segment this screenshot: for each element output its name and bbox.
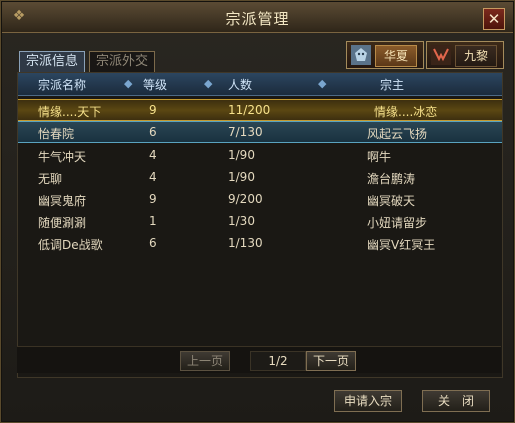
faction-label: 九黎: [455, 45, 497, 67]
cell-name: 情缘....天下: [38, 105, 102, 119]
cell-name: 幽冥鬼府: [38, 194, 87, 208]
table-row[interactable]: 情缘....天下 9 11/200 情缘....冰恋: [18, 99, 502, 121]
cell-level: 9: [149, 103, 157, 117]
cell-members: 11/200: [228, 103, 271, 117]
table-row[interactable]: 幽冥鬼府 9 9/200 幽冥破天: [18, 189, 502, 209]
column-divider-icon: ◆: [124, 77, 133, 90]
next-page-button[interactable]: 下一页: [306, 351, 356, 371]
cell-name: 牛气冲天: [38, 150, 87, 164]
close-x-button[interactable]: ✕: [483, 8, 505, 30]
col-level-header[interactable]: 等级: [143, 76, 167, 93]
table-row[interactable]: 牛气冲天 4 1/90 啊牛: [18, 145, 502, 165]
tab-sect-diplomacy[interactable]: 宗派外交: [89, 51, 156, 73]
faction-button-jiuli[interactable]: 九黎: [426, 41, 504, 69]
cell-members: 1/90: [228, 170, 255, 184]
cell-members: 7/130: [228, 125, 263, 139]
wolf-head-icon: [351, 45, 371, 65]
cell-leader: 情缘....冰恋: [374, 105, 438, 119]
table-row[interactable]: 低调De战歌 6 1/130 幽冥V红冥王: [18, 233, 502, 253]
cell-leader: 啊牛: [367, 150, 392, 164]
table-row[interactable]: 怡春院 6 7/130 风起云飞扬: [18, 121, 502, 143]
apply-join-button[interactable]: 申请入宗: [334, 390, 402, 412]
column-divider-icon: ◆: [318, 77, 327, 90]
cell-leader: 风起云飞扬: [367, 127, 428, 141]
column-divider-icon: ◆: [204, 77, 213, 90]
title-bar: ❖ 宗派管理 ✕: [2, 2, 513, 33]
close-button[interactable]: 关 闭: [422, 390, 490, 412]
cell-level: 4: [149, 170, 157, 184]
cell-leader: 澹台鹏涛: [367, 172, 416, 186]
cell-level: 6: [149, 236, 157, 250]
cell-members: 1/90: [228, 148, 255, 162]
cell-level: 4: [149, 148, 157, 162]
sect-table: 宗派名称 ◆ 等级 ◆ 人数 ◆ 宗主 情缘....天下 9 11/200 情缘…: [17, 72, 503, 378]
faction-label: 华夏: [375, 45, 417, 67]
cell-leader: 幽冥V红冥王: [367, 238, 436, 252]
col-members-header[interactable]: 人数: [228, 76, 252, 93]
cell-leader: 小妞请留步: [367, 216, 428, 230]
col-name-header[interactable]: 宗派名称: [38, 76, 86, 93]
pagination-bar: 上一页 1/2 下一页: [17, 346, 501, 373]
faction-button-huaxia[interactable]: 华夏: [346, 41, 424, 69]
prev-page-button[interactable]: 上一页: [180, 351, 230, 371]
cell-name: 低调De战歌: [38, 238, 103, 252]
cell-members: 9/200: [228, 192, 263, 206]
cell-level: 9: [149, 192, 157, 206]
cell-level: 1: [149, 214, 157, 228]
cell-members: 1/30: [228, 214, 255, 228]
horns-icon: [431, 45, 451, 65]
page-indicator: 1/2: [250, 351, 306, 371]
cell-name: 随便涮涮: [38, 216, 87, 230]
cell-name: 怡春院: [38, 127, 75, 141]
table-row[interactable]: 无聊 4 1/90 澹台鹏涛: [18, 167, 502, 187]
cell-level: 6: [149, 125, 157, 139]
sect-management-window: ❖ 宗派管理 ✕ 宗派信息 宗派外交 华夏 九黎 宗派名称 ◆ 等级 ◆ 人数 …: [0, 0, 515, 423]
tab-sect-info[interactable]: 宗派信息: [19, 51, 86, 73]
col-leader-header[interactable]: 宗主: [380, 76, 404, 93]
cell-name: 无聊: [38, 172, 63, 186]
table-header: 宗派名称 ◆ 等级 ◆ 人数 ◆ 宗主: [18, 73, 502, 96]
cell-members: 1/130: [228, 236, 263, 250]
table-row[interactable]: 随便涮涮 1 1/30 小妞请留步: [18, 211, 502, 231]
cell-leader: 幽冥破天: [367, 194, 416, 208]
window-title: 宗派管理: [225, 10, 290, 28]
